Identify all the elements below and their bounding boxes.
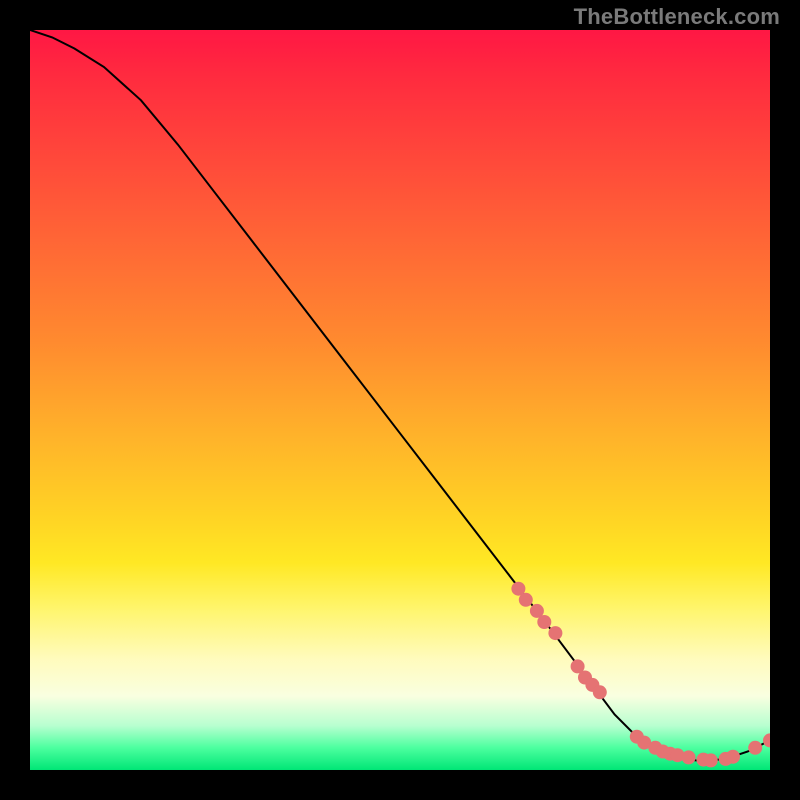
marker-dot: [748, 741, 762, 755]
chart-container: TheBottleneck.com: [0, 0, 800, 800]
marker-dot: [726, 750, 740, 764]
marker-dot: [763, 733, 770, 747]
plot-area: [30, 30, 770, 770]
marker-dot: [519, 593, 533, 607]
marker-dot: [682, 750, 696, 764]
bottleneck-curve: [30, 30, 770, 761]
marker-dot: [593, 685, 607, 699]
marker-group: [511, 582, 770, 768]
marker-dot: [537, 615, 551, 629]
curve-svg: [30, 30, 770, 770]
marker-dot: [704, 753, 718, 767]
marker-dot: [548, 626, 562, 640]
watermark-text: TheBottleneck.com: [574, 4, 780, 30]
